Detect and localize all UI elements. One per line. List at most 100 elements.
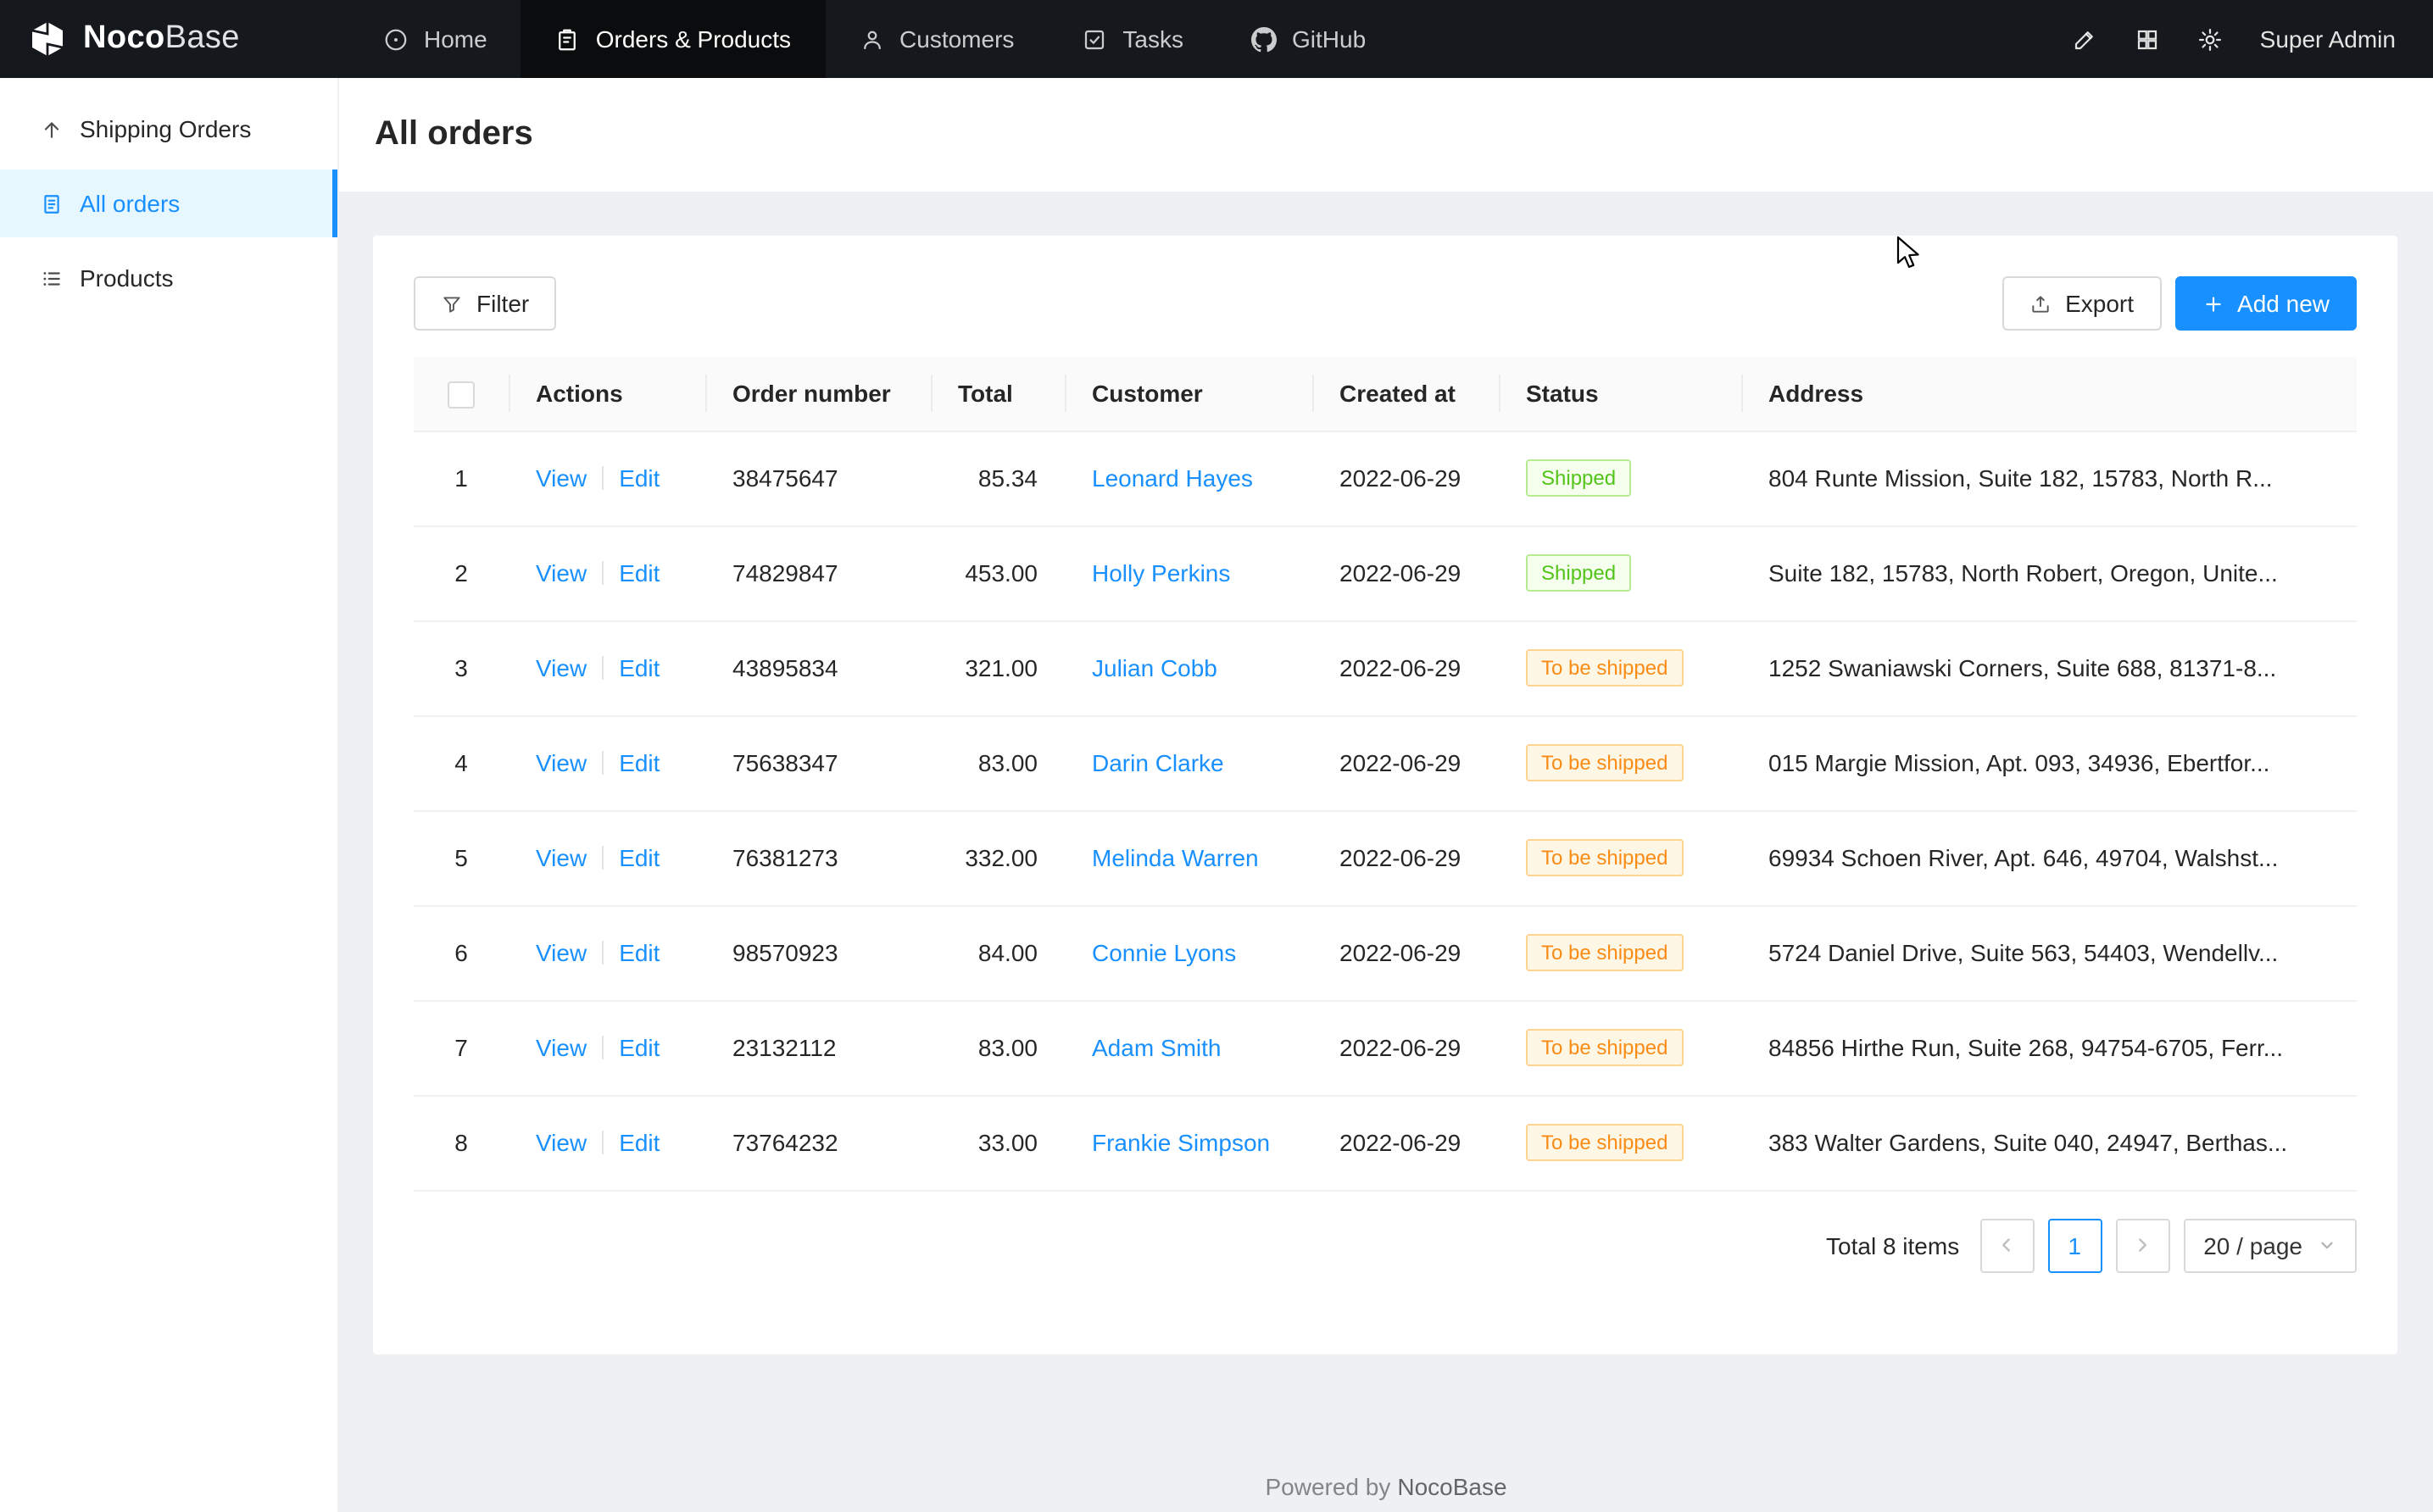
actions-cell: View Edit	[509, 1095, 705, 1190]
order-number-cell: 38475647	[705, 431, 931, 525]
order-number-cell: 23132112	[705, 1000, 931, 1095]
orders-table: Actions Order number Total Customer Crea…	[414, 358, 2357, 1191]
row-index-cell: 3	[414, 620, 509, 715]
row-index-cell: 8	[414, 1095, 509, 1190]
edit-link[interactable]: Edit	[619, 844, 660, 871]
total-cell: 85.34	[931, 431, 1065, 525]
settings-button[interactable]	[2197, 26, 2223, 52]
view-link[interactable]: View	[536, 654, 587, 681]
order-number-cell: 98570923	[705, 905, 931, 1000]
actions-cell: View Edit	[509, 905, 705, 1000]
plus-icon	[2202, 292, 2224, 314]
row-index-cell: 2	[414, 525, 509, 620]
sidebar-item-shipping-orders[interactable]: Shipping Orders	[0, 95, 337, 163]
edit-link[interactable]: Edit	[619, 559, 660, 586]
order-number-cell: 43895834	[705, 620, 931, 715]
top-navbar: NocoBase Home Orders & Products Customer…	[0, 0, 2433, 78]
orders-card: Filter Export Add new	[373, 236, 2397, 1354]
created-at-cell: 2022-06-29	[1312, 620, 1499, 715]
nav-item-orders-products[interactable]: Orders & Products	[521, 0, 825, 78]
view-link[interactable]: View	[536, 559, 587, 586]
address-cell: 84856 Hirthe Run, Suite 268, 94754-6705,…	[1741, 1000, 2357, 1095]
export-button[interactable]: Export	[2002, 276, 2161, 331]
customer-link[interactable]: Melinda Warren	[1092, 844, 1259, 871]
status-badge: To be shipped	[1526, 1029, 1683, 1066]
select-all-checkbox[interactable]	[448, 381, 475, 409]
edit-link[interactable]: Edit	[619, 749, 660, 776]
sidebar-item-label: Products	[80, 264, 174, 292]
customer-cell: Connie Lyons	[1065, 905, 1312, 1000]
created-at-cell: 2022-06-29	[1312, 905, 1499, 1000]
page-title: All orders	[375, 115, 533, 154]
address-cell: 015 Margie Mission, Apt. 093, 34936, Ebe…	[1741, 715, 2357, 810]
sidebar-item-all-orders[interactable]: All orders	[0, 170, 337, 237]
total-cell: 83.00	[931, 715, 1065, 810]
total-cell: 84.00	[931, 905, 1065, 1000]
edit-link[interactable]: Edit	[619, 654, 660, 681]
actions-divider	[602, 1131, 604, 1154]
status-cell: To be shipped	[1499, 620, 1741, 715]
view-link[interactable]: View	[536, 464, 587, 492]
edit-link[interactable]: Edit	[619, 939, 660, 966]
home-icon	[383, 26, 409, 52]
created-at-cell: 2022-06-29	[1312, 715, 1499, 810]
add-new-button-label: Add new	[2237, 290, 2330, 317]
view-link[interactable]: View	[536, 749, 587, 776]
view-link[interactable]: View	[536, 1129, 587, 1156]
page-size-select[interactable]: 20 / page	[2183, 1218, 2357, 1272]
nav-item-tasks[interactable]: Tasks	[1048, 0, 1217, 78]
customer-cell: Holly Perkins	[1065, 525, 1312, 620]
customer-link[interactable]: Connie Lyons	[1092, 939, 1236, 966]
list-icon	[41, 267, 63, 289]
plugins-button[interactable]	[2135, 26, 2160, 52]
ui-editor-button[interactable]	[2072, 26, 2097, 52]
nav-item-customers[interactable]: Customers	[825, 0, 1048, 78]
sidebar: Shipping Orders All orders Products	[0, 78, 339, 1512]
customer-link[interactable]: Holly Perkins	[1092, 559, 1230, 586]
view-link[interactable]: View	[536, 939, 587, 966]
view-link[interactable]: View	[536, 844, 587, 871]
edit-link[interactable]: Edit	[619, 1034, 660, 1061]
orders-file-icon	[41, 192, 63, 214]
status-cell: To be shipped	[1499, 1000, 1741, 1095]
row-index-cell: 1	[414, 431, 509, 525]
view-link[interactable]: View	[536, 1034, 587, 1061]
actions-divider	[602, 846, 604, 870]
edit-link[interactable]: Edit	[619, 1129, 660, 1156]
pagination-next-button[interactable]	[2115, 1218, 2169, 1272]
app-viewport: NocoBase Home Orders & Products Customer…	[0, 0, 2433, 1512]
nav-item-home[interactable]: Home	[349, 0, 521, 78]
customer-link[interactable]: Frankie Simpson	[1092, 1129, 1270, 1156]
customer-link[interactable]: Adam Smith	[1092, 1034, 1222, 1061]
pagination-page-1[interactable]: 1	[2047, 1218, 2102, 1272]
actions-cell: View Edit	[509, 1000, 705, 1095]
address-cell: 69934 Schoen River, Apt. 646, 49704, Wal…	[1741, 810, 2357, 905]
edit-link[interactable]: Edit	[619, 464, 660, 492]
user-menu[interactable]: Super Admin	[2260, 25, 2396, 53]
nav-item-github[interactable]: GitHub	[1217, 0, 1400, 78]
table-row: 3 ViewEdit 43895834 321.00 Julian Cobb 2…	[414, 620, 2357, 715]
status-cell: Shipped	[1499, 525, 1741, 620]
table-header-row: Actions Order number Total Customer Crea…	[414, 358, 2357, 431]
chevron-down-icon	[2318, 1236, 2336, 1254]
created-at-cell: 2022-06-29	[1312, 431, 1499, 525]
customer-link[interactable]: Julian Cobb	[1092, 654, 1217, 681]
address-cell: 1252 Swaniawski Corners, Suite 688, 8137…	[1741, 620, 2357, 715]
add-new-button[interactable]: Add new	[2174, 276, 2357, 331]
customer-link[interactable]: Leonard Hayes	[1092, 464, 1253, 492]
footer-powered-by: Powered byNocoBase	[339, 1473, 2433, 1500]
customer-cell: Julian Cobb	[1065, 620, 1312, 715]
status-badge: Shipped	[1526, 459, 1631, 497]
sidebar-item-products[interactable]: Products	[0, 244, 337, 312]
column-header-customer: Customer	[1065, 358, 1312, 431]
actions-divider	[602, 751, 604, 775]
highlighter-icon	[2072, 26, 2097, 52]
status-cell: To be shipped	[1499, 715, 1741, 810]
created-at-cell: 2022-06-29	[1312, 1095, 1499, 1190]
nocobase-logo[interactable]: NocoBase	[0, 19, 332, 59]
gear-icon	[2197, 26, 2223, 52]
customer-link[interactable]: Darin Clarke	[1092, 749, 1224, 776]
status-cell: To be shipped	[1499, 905, 1741, 1000]
pagination-prev-button[interactable]	[1979, 1218, 2034, 1272]
filter-button[interactable]: Filter	[414, 276, 556, 331]
